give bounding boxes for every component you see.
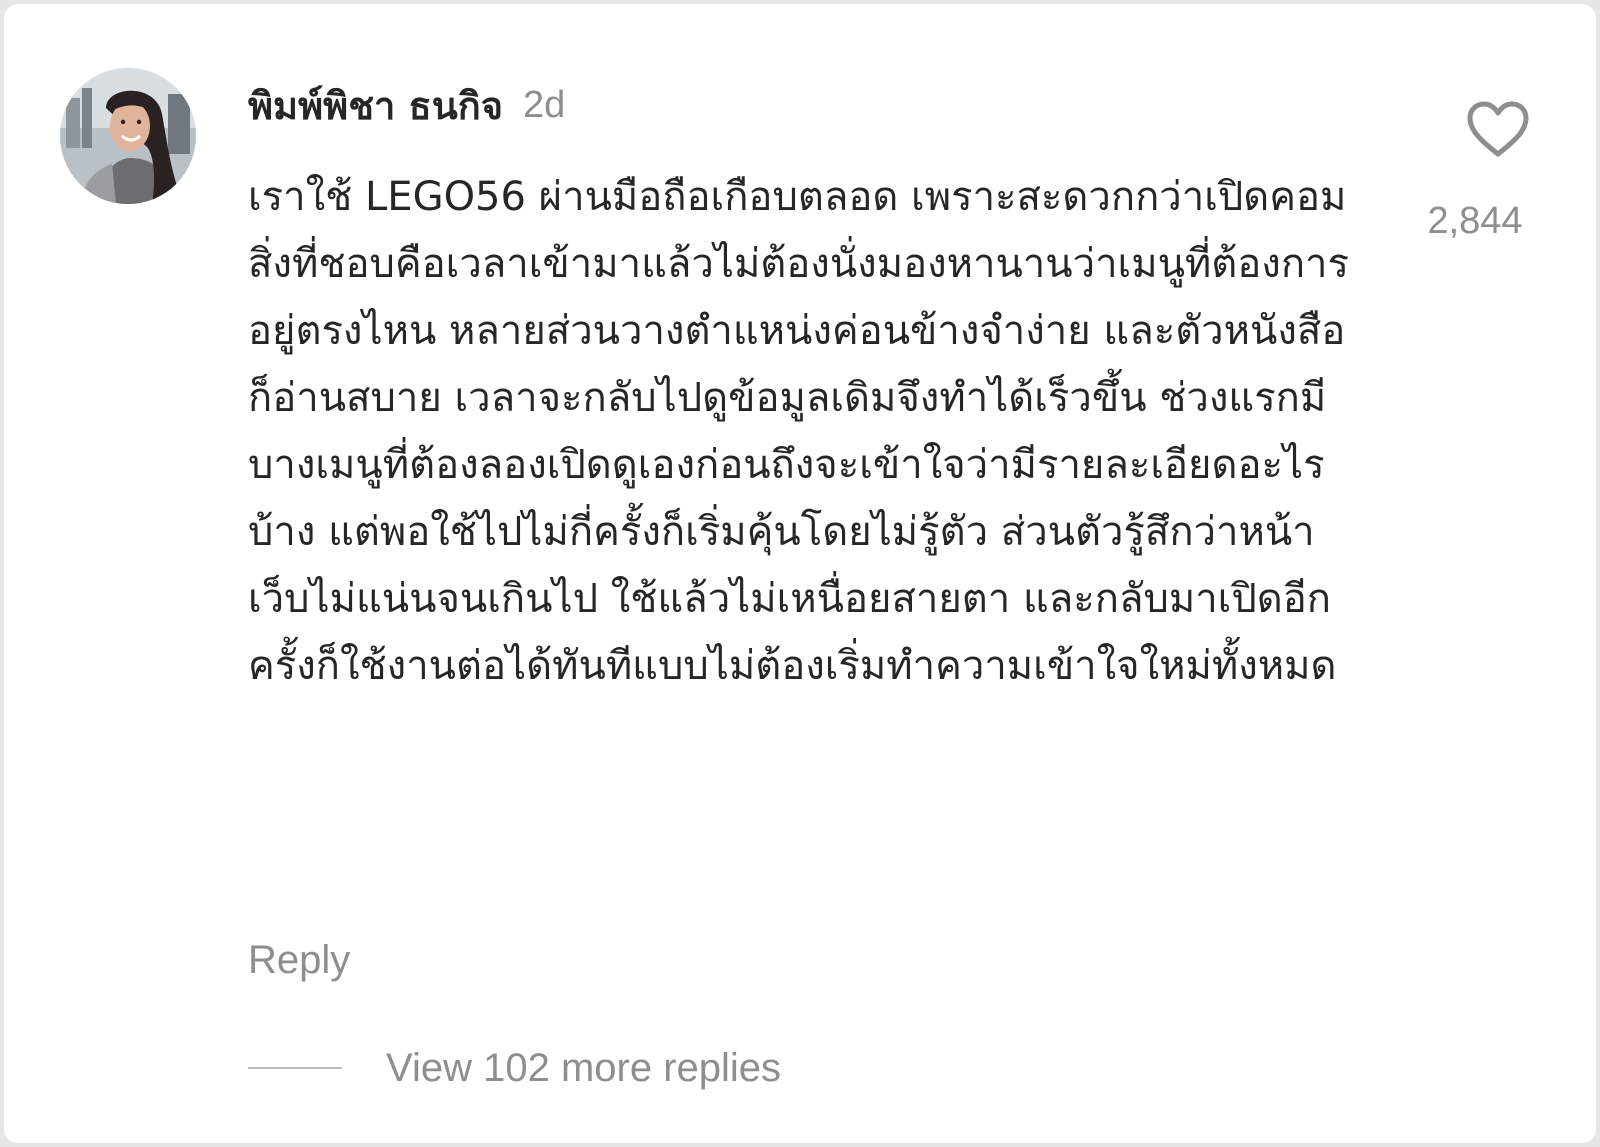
reply-button[interactable]: Reply: [248, 938, 350, 983]
timestamp: 2d: [523, 83, 566, 126]
like-button[interactable]: [1466, 100, 1530, 160]
comment-card: พิมพ์พิชา ธนกิจ 2d เราใช้ LEGO56 ผ่านมือ…: [4, 4, 1596, 1143]
comment-text: เราใช้ LEGO56 ผ่านมือถือเกือบตลอด เพราะส…: [248, 174, 1349, 689]
user-avatar-image: [60, 68, 196, 204]
view-replies-label: View 102 more replies: [386, 1045, 782, 1090]
comment-header: พิมพ์พิชา ธนกิจ 2d: [248, 78, 565, 132]
replies-divider-line: [248, 1067, 342, 1069]
view-replies-button[interactable]: View 102 more replies: [248, 1040, 781, 1096]
username[interactable]: พิมพ์พิชา ธนกิจ: [248, 75, 503, 136]
heart-outline-icon: [1467, 101, 1529, 157]
avatar[interactable]: [60, 68, 196, 204]
like-count: 2,844: [1427, 200, 1523, 242]
